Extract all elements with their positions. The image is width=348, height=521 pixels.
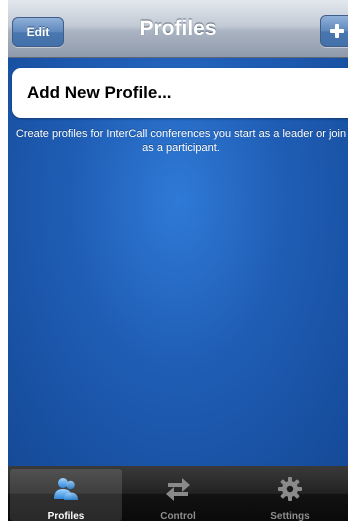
page-title: Profiles (139, 17, 217, 40)
app-screen: Edit Profiles Add New Profile... Create … (8, 0, 348, 521)
gear-icon (278, 477, 302, 501)
add-new-profile-row[interactable]: Add New Profile... (12, 68, 348, 118)
plus-icon (330, 24, 344, 38)
tab-control[interactable]: Control (122, 469, 234, 521)
tab-label-control: Control (160, 511, 196, 521)
profiles-info-text: Create profiles for InterCall conference… (15, 128, 347, 154)
profiles-content: Add New Profile... Create profiles for I… (8, 58, 348, 466)
arrows-icon (166, 478, 190, 501)
add-profile-plus-button[interactable] (320, 15, 348, 47)
people-icon (54, 478, 78, 500)
tab-settings[interactable]: Settings (234, 469, 346, 521)
tab-profiles[interactable]: Profiles (10, 469, 122, 521)
navigation-bar: Edit Profiles (8, 0, 348, 58)
tab-bar: Profiles Control Settings (8, 466, 348, 521)
tab-label-profiles: Profiles (47, 511, 85, 521)
tab-label-settings: Settings (270, 511, 310, 521)
